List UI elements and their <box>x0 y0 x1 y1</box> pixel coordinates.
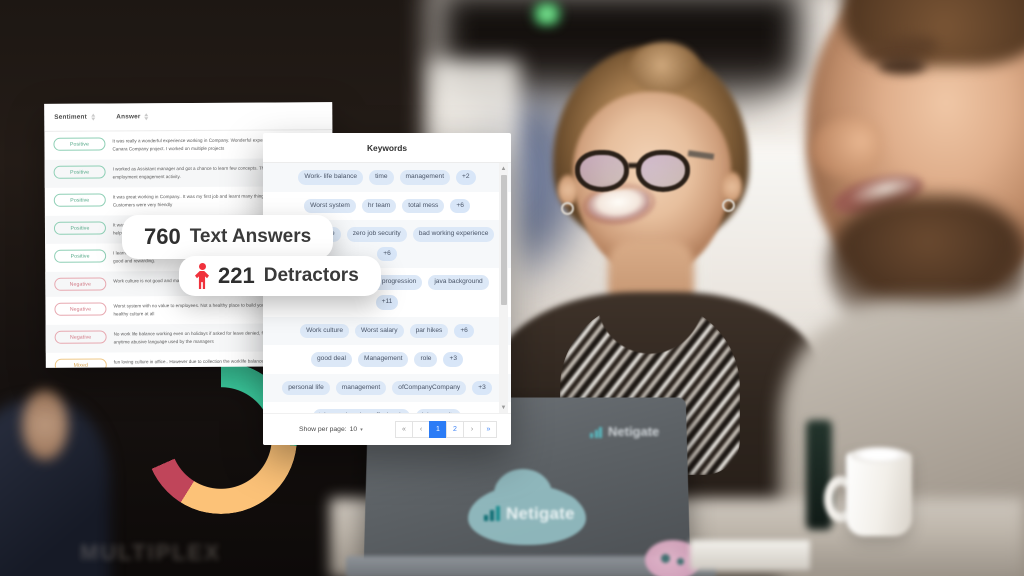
show-per-page-select[interactable]: Show per page: 10 ▾ <box>299 426 363 433</box>
netigate-bezel-bars-icon <box>590 427 602 438</box>
list-item[interactable]: good deal Management role +3 <box>263 345 511 374</box>
keyword-chip[interactable]: job security <box>415 409 462 413</box>
netigate-cloud-logo: Netigate <box>468 469 586 545</box>
photo-green-light <box>530 2 564 26</box>
column-header-answer[interactable]: Answer <box>116 112 149 121</box>
sort-icon[interactable] <box>144 112 149 121</box>
text-answers-label: Text Answers <box>189 226 312 247</box>
screenshot-root: MULTIPLEX Netigate Netigate Sentiment An… <box>0 0 1024 576</box>
keyword-chip[interactable]: personal life <box>282 380 330 396</box>
column-header-answer-label: Answer <box>116 113 141 121</box>
person-icon <box>195 263 209 289</box>
caret-up-icon[interactable]: ▲ <box>499 163 508 174</box>
pagination-page-1[interactable]: 1 <box>429 421 446 438</box>
scrollbar-thumb[interactable] <box>500 175 507 305</box>
sort-icon[interactable] <box>90 113 96 121</box>
photo-notebook <box>690 540 810 570</box>
pagination: « ‹ 1 2 › » <box>395 421 497 438</box>
photo-woman-glasses-right <box>636 150 690 192</box>
keyword-chip[interactable]: Worst system <box>304 198 356 214</box>
pagination-last[interactable]: » <box>480 421 497 438</box>
column-header-sentiment[interactable]: Sentiment <box>54 113 116 121</box>
caret-down-icon[interactable]: ▼ <box>499 402 508 413</box>
photo-man-nose <box>812 118 882 176</box>
pagination-next[interactable]: › <box>463 421 480 438</box>
status-badge: Positive <box>54 249 107 264</box>
keyword-chip[interactable]: Management <box>357 352 409 367</box>
keyword-overflow-chip[interactable]: +6 <box>377 246 397 262</box>
photo-woman-earring-left <box>561 202 574 215</box>
status-badge: Positive <box>53 137 106 151</box>
keyword-chip[interactable]: hr team <box>361 198 397 214</box>
keyword-chip[interactable]: java background <box>428 275 489 290</box>
status-badge: Positive <box>53 221 106 236</box>
answers-table-header: Sentiment Answer <box>44 102 333 132</box>
show-per-page-value: 10 <box>349 426 358 433</box>
list-item[interactable]: Work- life balance time management +2 <box>263 163 511 192</box>
keywords-footer: Show per page: 10 ▾ « ‹ 1 2 › » <box>263 413 511 445</box>
chevron-down-icon[interactable]: ▾ <box>360 427 363 433</box>
keyword-chip[interactable]: Work- life balance <box>298 170 364 185</box>
keyword-overflow-chip[interactable]: +6 <box>454 323 474 339</box>
pagination-prev[interactable]: ‹ <box>412 421 429 438</box>
photo-woman-bun <box>630 42 700 94</box>
detractors-count: 221 <box>218 263 255 288</box>
pagination-page-2[interactable]: 2 <box>446 421 463 438</box>
keyword-chip[interactable]: telecom domsin proffesionals <box>312 409 410 413</box>
list-item[interactable]: telecom domsin proffesionals job securit… <box>263 402 511 413</box>
text-answers-count: 760 <box>144 224 181 249</box>
list-item[interactable]: personal life management ofCompanyCompan… <box>263 373 511 403</box>
photo-man-eye <box>878 58 926 74</box>
photo-woman-glasses-bridge <box>628 163 640 168</box>
netigate-logo-text: Netigate <box>506 504 575 523</box>
netigate-bars-icon <box>484 506 500 521</box>
keyword-chip[interactable]: time <box>369 170 394 185</box>
photo-woman-ear-right <box>722 172 742 202</box>
keyword-overflow-chip[interactable]: +6 <box>450 198 470 214</box>
keyword-overflow-chip[interactable]: +3 <box>443 352 463 367</box>
list-item[interactable]: Work culture Worst salary par hikes +6 <box>263 316 511 346</box>
photo-woman-ear-left <box>558 175 578 205</box>
detractors-badge: 221 Detractors <box>179 256 381 296</box>
status-badge: Positive <box>53 193 106 207</box>
text-answers-badge: 760 Text Answers <box>122 215 334 259</box>
status-badge: Negative <box>54 277 107 292</box>
keyword-overflow-chip[interactable]: +2 <box>456 170 476 185</box>
status-badge: Negative <box>54 330 107 345</box>
keyword-chip[interactable]: Work culture <box>300 323 350 339</box>
status-badge: Mixed <box>54 358 107 368</box>
keyword-overflow-chip[interactable]: +3 <box>472 380 492 396</box>
keyword-chip[interactable]: management <box>399 170 451 185</box>
keyword-chip[interactable]: management <box>335 380 387 396</box>
column-header-sentiment-label: Sentiment <box>54 113 88 121</box>
keyword-chip[interactable]: ofCompanyCompany <box>392 380 467 396</box>
show-per-page-label: Show per page: <box>299 426 347 433</box>
keyword-chip[interactable]: bad working experience <box>412 227 495 242</box>
photo-foreground-person-head <box>22 390 68 460</box>
keyword-chip[interactable]: par hikes <box>409 323 449 339</box>
photo-coffee-mug <box>846 447 912 536</box>
status-badge: Negative <box>54 302 107 317</box>
keyword-overflow-chip[interactable]: +11 <box>375 294 399 310</box>
netigate-bezel-text: Netigate <box>608 424 660 439</box>
page-title: Keywords <box>263 133 511 163</box>
detractors-label: Detractors <box>263 265 359 286</box>
keyword-chip[interactable]: total mess <box>402 198 445 214</box>
keyword-chip[interactable]: Worst salary <box>355 323 404 339</box>
pagination-first[interactable]: « <box>395 421 412 438</box>
status-badge: Positive <box>53 165 106 179</box>
keyword-chip[interactable]: role <box>414 352 438 367</box>
photo-woman-earring-right <box>722 199 735 212</box>
keyword-chip[interactable]: good deal <box>311 352 352 367</box>
scrollbar[interactable]: ▲ ▼ <box>499 163 508 413</box>
keyword-chip[interactable]: zero job security <box>346 227 407 242</box>
netigate-bezel-logo: Netigate <box>588 422 680 442</box>
photo-wall-text: MULTIPLEX <box>80 540 222 565</box>
photo-woman-glasses-left <box>575 150 629 192</box>
